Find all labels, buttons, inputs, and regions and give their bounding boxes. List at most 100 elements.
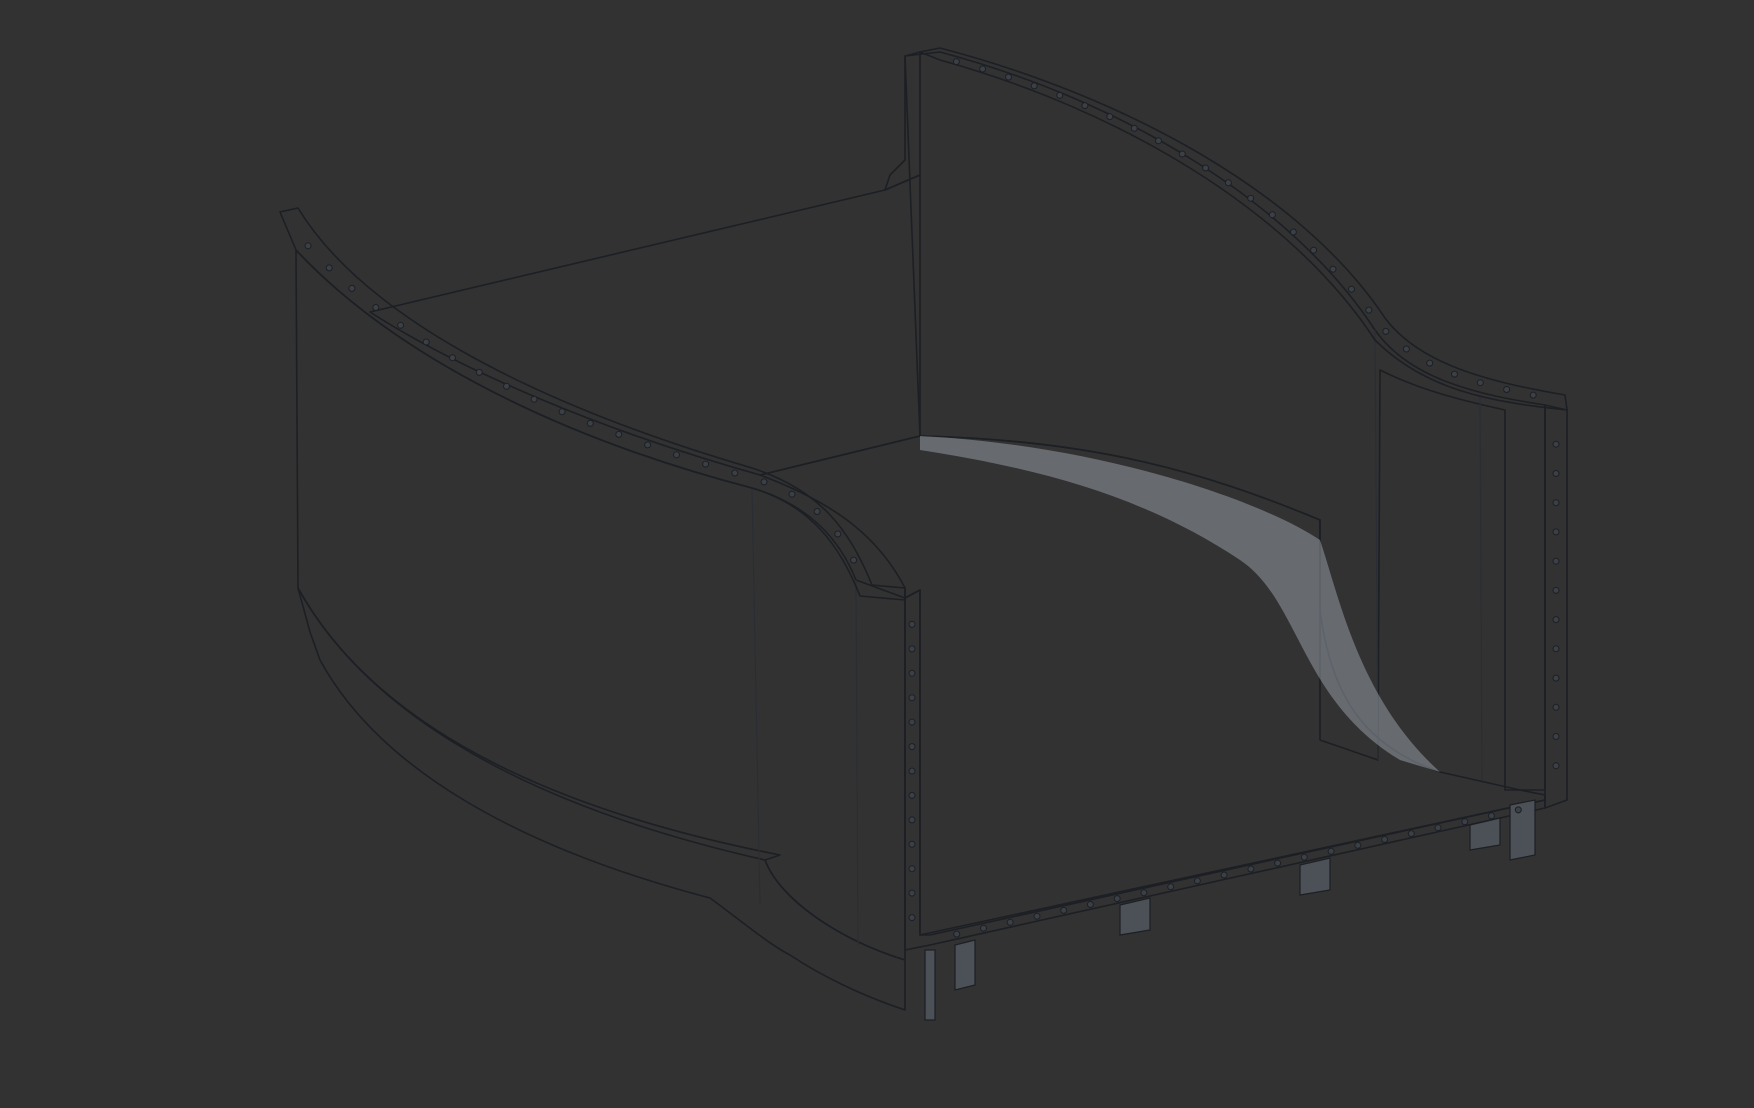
bolt-hole xyxy=(1529,391,1537,399)
bolt-hole xyxy=(1552,470,1560,477)
bolt-hole xyxy=(1247,865,1255,873)
bolt-hole xyxy=(1167,883,1175,891)
bolt-hole xyxy=(1552,674,1560,682)
bolt-hole xyxy=(702,460,710,468)
bolt-hole xyxy=(372,304,380,311)
inner-back-wall[interactable] xyxy=(369,174,921,476)
bolt-hole xyxy=(615,430,623,438)
bolt-hole xyxy=(530,395,538,403)
bolt-hole xyxy=(953,930,961,938)
wall-seam-2 xyxy=(855,579,859,946)
back-right-wall[interactable] xyxy=(904,51,1546,791)
bolt-hole xyxy=(1365,306,1373,314)
bolt-hole xyxy=(1060,906,1068,914)
bolt-hole xyxy=(475,368,483,376)
bolt-hole xyxy=(1033,912,1041,920)
outer-wall-skirt[interactable] xyxy=(297,587,906,1011)
bolt-hole xyxy=(422,338,430,346)
bolt-hole xyxy=(908,816,916,824)
bolt-hole xyxy=(1552,586,1560,594)
back-flange[interactable] xyxy=(919,47,1568,411)
bolt-hole xyxy=(908,694,916,702)
bolt-hole xyxy=(1354,841,1362,849)
bolt-hole xyxy=(1006,918,1014,926)
bolt-hole xyxy=(908,767,916,775)
bolt-hole xyxy=(1503,386,1511,393)
bolt-hole xyxy=(952,58,960,66)
wall-seam-4 xyxy=(1479,394,1483,781)
bolt-hole xyxy=(908,669,916,677)
bolt-hole xyxy=(1552,557,1560,565)
bolt-hole xyxy=(908,645,916,653)
bolt-hole xyxy=(1202,164,1210,172)
bolt-hole xyxy=(908,914,916,922)
bolt-hole xyxy=(1451,370,1458,378)
bolt-hole xyxy=(644,441,652,449)
bolt-hole xyxy=(1247,194,1255,202)
right-flange[interactable] xyxy=(1544,404,1568,809)
bolt-hole xyxy=(1552,616,1560,624)
bolt-hole xyxy=(1220,871,1228,879)
bolt-hole xyxy=(1274,859,1282,867)
bolt-hole xyxy=(1030,82,1038,90)
bolt-hole xyxy=(908,791,916,799)
bolt-hole xyxy=(1552,703,1560,711)
bolt-hole xyxy=(1514,806,1522,814)
bolt-hole xyxy=(1552,499,1560,507)
bolt-hole xyxy=(325,264,333,272)
bolt-hole xyxy=(1552,733,1560,740)
outer-wall-left[interactable] xyxy=(295,249,906,961)
front-flange[interactable] xyxy=(279,207,906,601)
bolt-hole xyxy=(1056,91,1064,99)
bolt-hole xyxy=(908,840,916,848)
bolt-hole xyxy=(788,490,796,498)
bolt-hole xyxy=(908,718,916,726)
bolt-hole xyxy=(558,408,566,416)
bolt-hole xyxy=(1178,150,1186,158)
bolt-hole xyxy=(1402,345,1410,353)
back-wall-notch xyxy=(884,51,921,191)
bolt-hole xyxy=(834,530,842,538)
bolt-hole xyxy=(449,354,456,362)
bolt-hole xyxy=(348,284,356,292)
bolt-hole xyxy=(1155,137,1162,145)
bolt-hole xyxy=(850,556,858,564)
bolt-hole xyxy=(1140,889,1148,897)
enclosure-model[interactable] xyxy=(0,0,1754,1108)
bolt-hole xyxy=(731,469,739,477)
bolt-hole xyxy=(813,508,821,515)
floor-ribs xyxy=(924,799,1536,1021)
bolt-hole xyxy=(1488,812,1495,820)
bolt-hole xyxy=(503,382,510,390)
bolt-hole xyxy=(304,242,312,250)
bolt-hole xyxy=(1407,830,1415,838)
bolt-holes xyxy=(304,58,1560,938)
bolt-hole xyxy=(1426,359,1434,367)
bolt-hole xyxy=(1461,818,1469,826)
bolt-hole xyxy=(1329,265,1337,273)
bolt-hole xyxy=(1005,73,1012,81)
bolt-hole xyxy=(1106,113,1114,121)
bolt-hole xyxy=(1327,847,1335,855)
bolt-hole xyxy=(1113,895,1121,903)
bolt-hole xyxy=(1193,877,1201,885)
bolt-hole xyxy=(1081,102,1089,110)
bolt-hole xyxy=(1552,762,1560,770)
bolt-hole xyxy=(1348,285,1355,293)
bolt-hole xyxy=(673,451,680,459)
bolt-hole xyxy=(1382,327,1390,335)
cad-viewport[interactable] xyxy=(0,0,1754,1108)
bolt-hole xyxy=(1381,836,1389,843)
bolt-hole xyxy=(397,321,405,329)
bolt-hole xyxy=(760,478,768,486)
bolt-hole xyxy=(1434,824,1442,832)
bolt-hole xyxy=(1086,901,1094,908)
bottom-flange[interactable] xyxy=(904,589,1546,951)
bolt-hole xyxy=(1300,853,1308,861)
bolt-hole xyxy=(908,865,916,873)
bolt-hole xyxy=(1552,528,1560,536)
bolt-hole xyxy=(1224,179,1232,187)
bolt-hole xyxy=(980,924,987,932)
bolt-hole xyxy=(1130,124,1138,132)
bolt-hole xyxy=(908,743,916,751)
